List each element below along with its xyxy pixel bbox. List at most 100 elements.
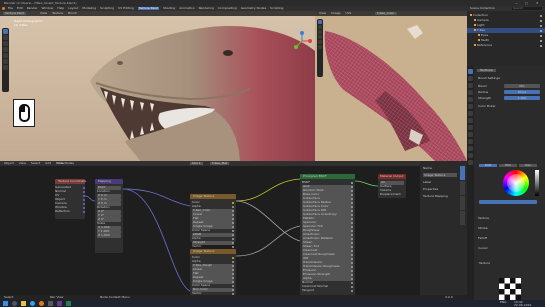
menu-item-geometry-nodes[interactable]: Geometry Nodes xyxy=(241,7,266,10)
socket-icon[interactable] xyxy=(83,190,85,193)
visibility-eye-icon[interactable] xyxy=(540,19,542,22)
file-explorer-icon[interactable] xyxy=(21,301,26,306)
socket-icon[interactable] xyxy=(351,217,353,220)
socket-icon[interactable] xyxy=(83,194,85,197)
socket-icon[interactable] xyxy=(232,268,234,271)
modifiers-tab-icon[interactable] xyxy=(468,118,473,123)
node-field-repeat[interactable]: Repeat xyxy=(192,221,234,225)
material-tab-icon[interactable] xyxy=(468,153,473,158)
image-texture-node-color[interactable]: Image Texture Color Alpha T-Rex_Color Linea… xyxy=(190,194,236,248)
search-icon[interactable] xyxy=(12,301,17,306)
mapping-node[interactable]: Mapping Point Location X 0 mY 0 mZ 0 m Rota… xyxy=(95,179,123,253)
node-field-ior[interactable]: IOR xyxy=(302,257,353,261)
node-field-ggx[interactable]: GGX xyxy=(302,185,353,189)
viewport-menu-brush[interactable]: Brush xyxy=(68,12,77,15)
socket-icon[interactable] xyxy=(232,245,234,248)
node-field-subsurface[interactable]: Subsurface xyxy=(302,197,353,201)
node-field-straight[interactable]: Straight xyxy=(192,241,234,245)
socket-icon[interactable] xyxy=(232,225,234,228)
menu-item-compositing[interactable]: Compositing xyxy=(218,7,237,10)
image-name-field[interactable]: T-Rex_Color xyxy=(375,12,397,15)
node-field-point[interactable]: Point xyxy=(97,186,121,190)
color-wheel[interactable] xyxy=(503,170,529,196)
app-icon-2[interactable] xyxy=(57,301,62,306)
menu-item-animation[interactable]: Animation xyxy=(179,7,194,10)
node-field-x-1-000[interactable]: X 1.000 xyxy=(97,226,121,230)
clone-tool-icon[interactable] xyxy=(3,47,8,52)
socket-icon[interactable] xyxy=(351,273,353,276)
image-texture-node-rough[interactable]: Image Texture Color Alpha T-Rex_Rough Linea… xyxy=(190,249,236,297)
socket-icon[interactable] xyxy=(232,213,234,216)
socket-icon[interactable] xyxy=(351,257,353,260)
render-tab-icon[interactable] xyxy=(468,76,473,81)
uv-menu-view[interactable]: View xyxy=(319,12,326,15)
prop-section-strength[interactable]: Strength 1.000 xyxy=(476,96,544,101)
texture-coordinate-node[interactable]: Texture Coordinate Generated Normal UV Obje… xyxy=(55,179,86,219)
color-tab-hsv[interactable]: HSV xyxy=(499,164,517,167)
node-field-random-walk[interactable]: Random Walk xyxy=(302,189,353,193)
node-field-single-image[interactable]: Single Image xyxy=(192,225,234,229)
node-field-z-0-m[interactable]: Z 0 m xyxy=(97,202,121,206)
prop-section-brush-settings[interactable]: Brush Settings xyxy=(476,76,544,81)
node-field-x-0-m[interactable]: X 0 m xyxy=(97,194,121,198)
fill-tool-icon[interactable] xyxy=(3,53,8,58)
socket-icon[interactable] xyxy=(83,202,85,205)
minimize-button[interactable]: — xyxy=(515,1,518,5)
node-field-alpha[interactable]: Alpha xyxy=(302,277,353,281)
node-field-subsurface-color[interactable]: Subsurface Color xyxy=(302,205,353,209)
socket-icon[interactable] xyxy=(232,276,234,279)
socket-icon[interactable] xyxy=(232,284,234,287)
node-field-linear[interactable]: Linear xyxy=(192,213,234,217)
node-sidebar-tab-node[interactable] xyxy=(460,166,465,180)
prop-value-field[interactable]: Mix xyxy=(504,84,540,88)
socket-icon[interactable] xyxy=(351,281,353,284)
visibility-eye-icon[interactable] xyxy=(540,29,542,32)
blender-logo-icon[interactable] xyxy=(2,7,5,10)
uv-soften-tool-icon[interactable] xyxy=(318,25,322,29)
uv-menu-image[interactable]: Image xyxy=(331,12,340,15)
visibility-eye-icon[interactable] xyxy=(540,39,542,42)
viewport-menu-texture[interactable]: Texture xyxy=(52,12,63,15)
node-field-roughness[interactable]: Roughness xyxy=(302,229,353,233)
socket-icon[interactable] xyxy=(351,241,353,244)
socket-icon[interactable] xyxy=(351,269,353,272)
node-field-subsurface-radius[interactable]: Subsurface Radius xyxy=(302,201,353,205)
outliner-search[interactable]: Search xyxy=(512,7,542,10)
prop-section-color-picker[interactable]: Color Picker xyxy=(476,104,544,109)
prop-section-blend[interactable]: Blend Mix xyxy=(476,84,544,89)
socket-icon[interactable] xyxy=(232,221,234,224)
maximize-button[interactable]: □ xyxy=(525,1,528,5)
node-field-transmission[interactable]: Transmission xyxy=(302,261,353,265)
node-field-emission[interactable]: Emission xyxy=(302,269,353,273)
node-field-anisotropic[interactable]: Anisotropic xyxy=(302,233,353,237)
socket-icon[interactable] xyxy=(351,261,353,264)
socket-icon[interactable] xyxy=(351,209,353,212)
viewport-menu-view[interactable]: View xyxy=(40,12,47,15)
menu-item-layout[interactable]: Layout xyxy=(68,7,78,10)
scene-tab-icon[interactable] xyxy=(468,97,473,102)
texture-preview[interactable] xyxy=(499,278,521,300)
navigation-gizmo[interactable] xyxy=(292,31,312,51)
socket-icon[interactable] xyxy=(232,256,234,259)
node-field-flat[interactable]: Flat xyxy=(192,217,234,221)
app-icon[interactable] xyxy=(48,301,53,306)
node-sidebar-label[interactable]: Label xyxy=(423,180,457,184)
color-tab-rgb[interactable]: RGB xyxy=(479,164,497,167)
node-field-clearcoat[interactable]: Clearcoat xyxy=(302,249,353,253)
menu-item-edit[interactable]: Edit xyxy=(17,7,23,10)
socket-icon[interactable] xyxy=(351,197,353,200)
view-layer-tab-icon[interactable] xyxy=(468,90,473,95)
node-field-single-image[interactable]: Single Image xyxy=(192,280,234,284)
socket-icon[interactable] xyxy=(351,285,353,288)
value-slider[interactable] xyxy=(535,170,539,196)
data-tab-icon[interactable] xyxy=(468,146,473,151)
socket-icon[interactable] xyxy=(232,201,234,204)
socket-icon[interactable] xyxy=(232,272,234,275)
prop-value-field[interactable]: 1.000 xyxy=(504,96,540,100)
socket-icon[interactable] xyxy=(83,210,85,213)
node-field-specular[interactable]: Specular xyxy=(302,221,353,225)
node-field-srgb[interactable]: sRGB xyxy=(192,233,234,237)
socket-icon[interactable] xyxy=(232,209,234,212)
socket-icon[interactable] xyxy=(351,277,353,280)
menu-item-help[interactable]: Help xyxy=(57,7,64,10)
